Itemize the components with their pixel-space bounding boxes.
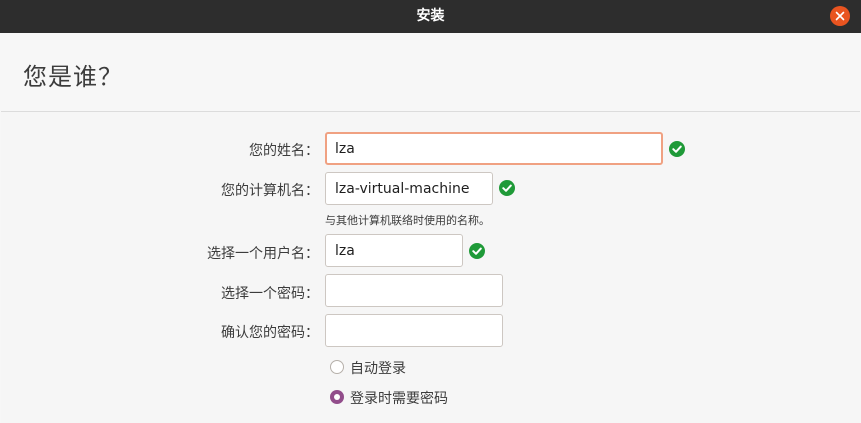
require-password-label: 登录时需要密码 bbox=[350, 391, 448, 407]
name-label: 您的姓名： bbox=[249, 143, 319, 159]
computer-name-label: 您的计算机名： bbox=[221, 183, 319, 199]
page-header: 您是谁？ bbox=[1, 33, 860, 112]
computer-name-input[interactable] bbox=[325, 172, 493, 205]
user-form: 您的姓名： 您的计算机名： 选择一个用户名： 选择一个密码： 确认您的密码： 与… bbox=[1, 112, 860, 423]
close-button[interactable] bbox=[830, 6, 850, 26]
confirm-password-input[interactable] bbox=[325, 314, 503, 347]
computer-name-hint: 与其他计算机联络时使用的名称。 bbox=[325, 214, 490, 227]
name-input[interactable] bbox=[325, 132, 663, 165]
close-icon bbox=[835, 11, 845, 21]
check-circle-icon bbox=[499, 180, 515, 196]
username-input[interactable] bbox=[325, 234, 463, 267]
auto-login-radio[interactable] bbox=[330, 360, 344, 374]
check-circle-icon bbox=[669, 141, 685, 157]
page-title: 您是谁？ bbox=[23, 63, 123, 91]
installer-window: 安装 您是谁？ 您的姓名： 您的计算机名： 选择一个用户名： 选择一个密码： 确… bbox=[0, 0, 861, 423]
require-password-option[interactable]: 登录时需要密码 bbox=[330, 389, 480, 409]
title-bar[interactable]: 安装 bbox=[0, 0, 861, 33]
password-input[interactable] bbox=[325, 274, 503, 307]
auto-login-option[interactable]: 自动登录 bbox=[330, 359, 450, 379]
username-label: 选择一个用户名： bbox=[207, 246, 319, 262]
auto-login-label: 自动登录 bbox=[350, 361, 406, 377]
require-password-radio[interactable] bbox=[330, 390, 344, 404]
check-circle-icon bbox=[469, 243, 485, 259]
confirm-password-label: 确认您的密码： bbox=[221, 325, 319, 341]
window-title: 安装 bbox=[416, 8, 445, 24]
password-label: 选择一个密码： bbox=[221, 286, 319, 302]
